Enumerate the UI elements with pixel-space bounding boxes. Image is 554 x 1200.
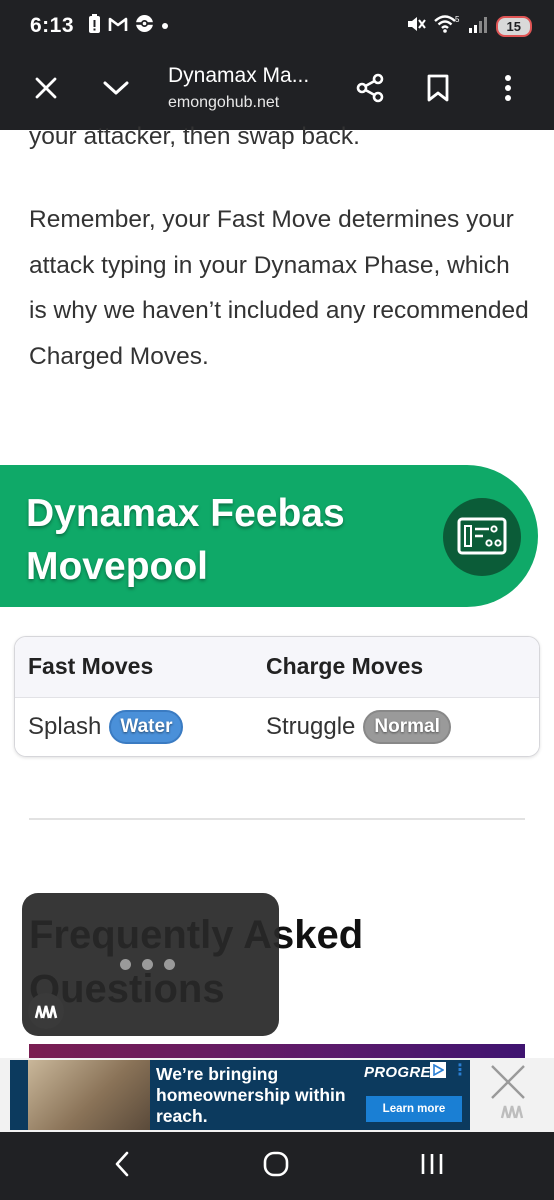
charge-move-name: Struggle [266,713,356,740]
fast-move-cell: Splash Water [28,710,184,744]
ad-network-logo-icon [500,1102,526,1125]
section-title: Dynamax Feebas Movepool [26,492,345,588]
back-nav-icon [114,1151,130,1182]
dot-icon [161,17,169,35]
charge-moves-header: Charge Moves [266,653,424,679]
battery-indicator: 15 [495,15,532,37]
minimize-tab-button[interactable] [94,68,138,112]
moves-table: Fast Moves Charge Moves Splash Water Str… [14,636,540,757]
more-options-button[interactable] [486,68,530,112]
bookmark-icon [426,74,450,107]
loading-dots-icon [120,959,175,970]
movepool-icon [443,498,521,576]
fast-moves-header: Fast Moves [28,653,154,679]
close-icon [34,76,58,105]
page-title-area[interactable]: Dynamax Ma... emongohub.net [168,64,309,112]
ad-headline: We’re bringing homeownership within reac… [156,1064,346,1126]
ad-brand: PROGRE [364,1064,431,1081]
table-header: Fast Moves Charge Moves [15,637,539,698]
article-text-cut: your attacker, then swap back. [29,123,360,150]
pokeball-icon [135,14,154,38]
signal-icon [468,15,488,38]
notification-icons [88,13,169,39]
floating-video-overlay[interactable] [22,893,279,1036]
svg-text:5: 5 [455,15,460,24]
ad-menu-icon[interactable]: ⋮ [452,1063,468,1079]
table-row: Splash Water Struggle Normal [15,698,539,756]
section-divider [29,818,525,820]
status-time: 6:13 [30,14,75,37]
ad-container: We’re bringing homeownership within reac… [0,1058,554,1132]
close-button[interactable] [24,68,68,112]
share-button[interactable] [348,68,392,112]
ad-choices-icon[interactable] [430,1062,446,1078]
chevron-down-icon [102,79,130,102]
home-nav-button[interactable] [256,1148,296,1184]
more-vert-icon [503,74,513,107]
page-url: emongohub.net [168,94,280,111]
system-icons: 5 15 [406,14,532,39]
ad-close-button[interactable] [488,1062,532,1106]
ad-photo [28,1060,150,1130]
fast-move-name: Splash [28,713,102,740]
ad-cta-button[interactable]: Learn more [366,1096,462,1122]
recents-nav-icon [420,1152,444,1181]
system-nav-bar [0,1132,554,1200]
wifi-icon: 5 [433,14,460,39]
bookmark-button[interactable] [416,68,460,112]
back-nav-button[interactable] [102,1148,142,1184]
water-type-badge: Water [109,710,184,744]
recents-nav-button[interactable] [412,1148,452,1184]
battery-alert-icon [88,13,101,39]
home-nav-icon [262,1150,290,1183]
gmail-icon [108,16,128,37]
ad-banner[interactable]: We’re bringing homeownership within reac… [10,1060,470,1130]
status-bar: 6:13 5 15 [0,0,554,52]
share-icon [355,73,385,108]
mute-icon [406,14,426,39]
normal-type-badge: Normal [363,710,451,744]
article-paragraph: Remember, your Fast Move determines your… [29,206,529,370]
publisher-logo-icon [28,993,64,1029]
charge-move-cell: Struggle Normal [266,710,451,744]
page-title: Dynamax Ma... [168,64,310,87]
